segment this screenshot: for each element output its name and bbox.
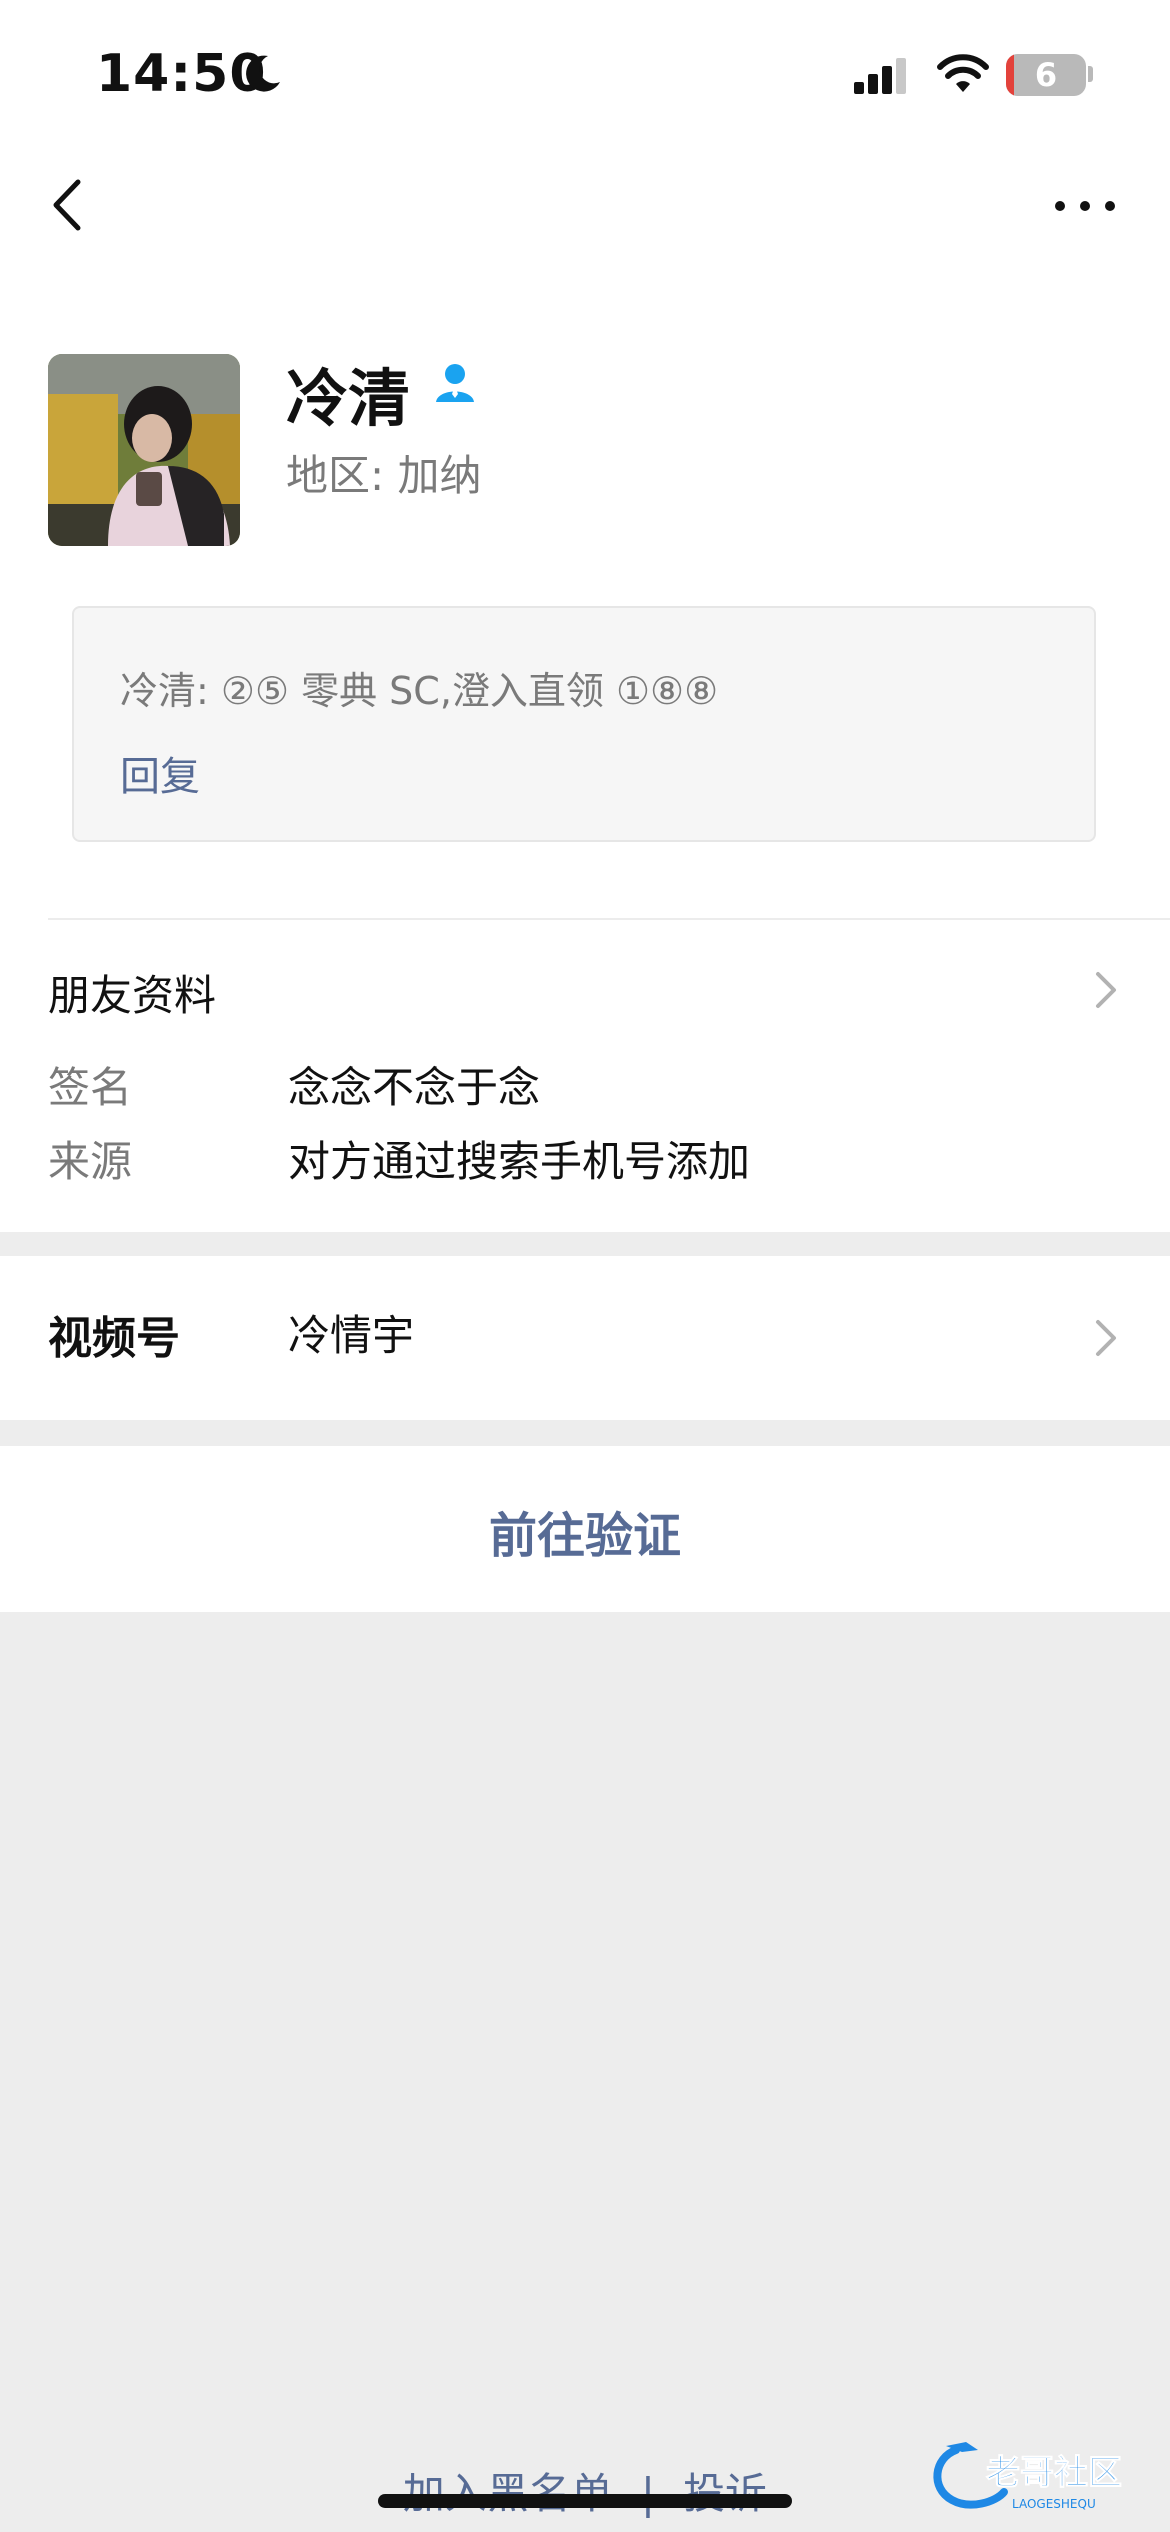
cellular-signal-icon — [854, 58, 906, 94]
svg-text:老哥社区: 老哥社区 — [986, 2453, 1122, 2493]
avatar[interactable] — [48, 354, 240, 546]
wifi-icon — [937, 54, 989, 92]
verification-message-card — [72, 606, 1096, 842]
battery-level: 6 — [1034, 56, 1058, 94]
verify-button-label: 前往验证 — [488, 1508, 681, 1564]
moon-icon — [246, 55, 280, 92]
profile-region: 地区: 加纳 — [286, 451, 482, 500]
signature-value: 念念不念于念 — [288, 1063, 541, 1112]
video-account-label: 视频号 — [48, 1313, 180, 1364]
watermark-logo: 老哥社区 LAOGESHEQU — [933, 2442, 1123, 2511]
video-account-value: 冷情宇 — [288, 1311, 415, 1360]
battery-tip — [1088, 66, 1093, 82]
source-label: 来源 — [48, 1137, 133, 1186]
verification-message-text: 冷清: ②⑤ 零典 SC,澄入直领 ①⑧⑧ — [120, 669, 719, 713]
chevron-right-icon — [1096, 1320, 1116, 1356]
home-indicator — [378, 2494, 792, 2508]
chevron-right-icon — [1096, 972, 1116, 1008]
friend-info-title: 朋友资料 — [48, 971, 217, 1020]
battery-icon: 6 — [1006, 54, 1086, 96]
profile-name: 冷清 — [286, 362, 411, 435]
svg-text:LAOGESHEQU: LAOGESHEQU — [1012, 2497, 1096, 2511]
more-options-button[interactable] — [1040, 180, 1130, 230]
contact-person-icon — [436, 364, 474, 402]
signature-label: 签名 — [48, 1063, 133, 1112]
back-button[interactable] — [40, 170, 100, 240]
reply-link[interactable]: 回复 — [120, 744, 200, 802]
source-value: 对方通过搜索手机号添加 — [288, 1137, 751, 1186]
